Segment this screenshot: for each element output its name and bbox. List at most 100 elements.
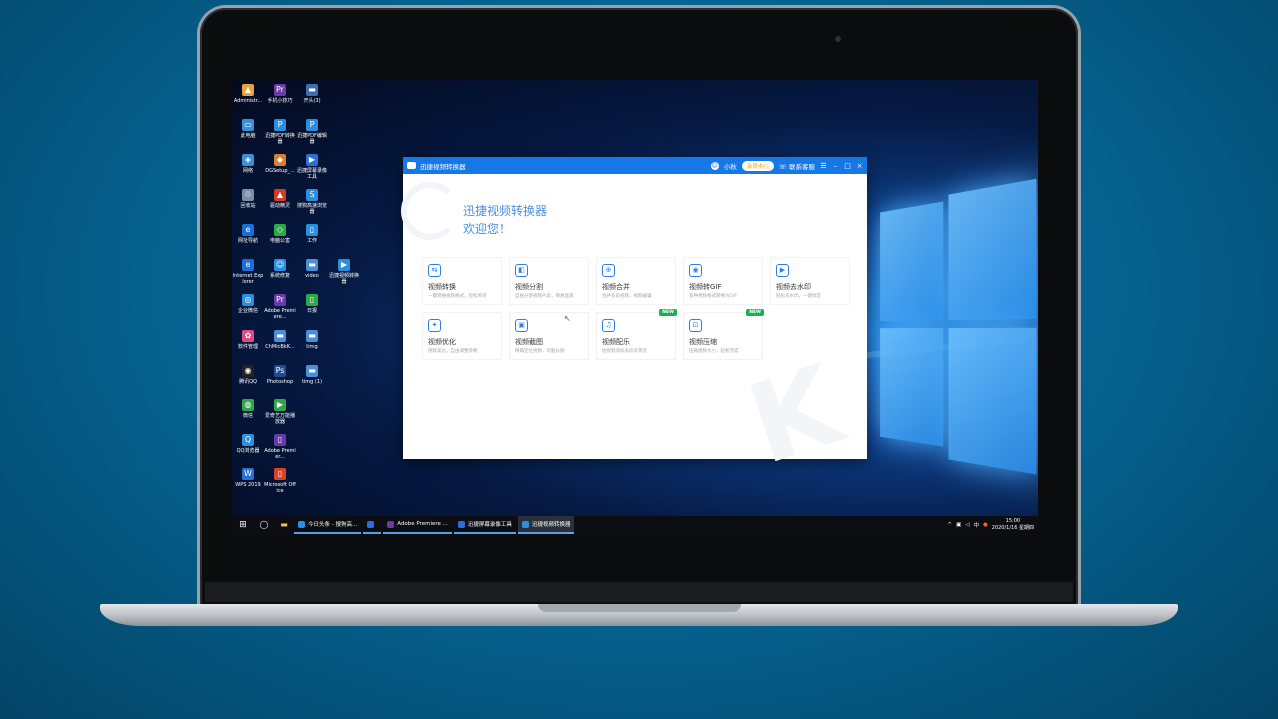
feature-tile[interactable]: ▣ 视频截图 精确定位视频，可截长图 <box>509 312 589 360</box>
desktop-icon[interactable]: P 迅捷PDF编辑器 <box>296 119 328 145</box>
desktop-icon[interactable]: ▯ Adobe Premier... <box>264 434 296 460</box>
desktop-icon[interactable]: ◆ DGSetup_... <box>264 154 296 174</box>
laptop-base-notch <box>538 604 741 612</box>
taskbar-app-label: Adobe Premiere ... <box>397 521 448 527</box>
volume-icon[interactable]: ◁ <box>965 522 969 528</box>
desktop-icon[interactable]: ▲ 驱动精灵 <box>264 189 296 209</box>
desktop-app-icon: Ps <box>274 365 286 377</box>
desktop-icon-label: 搜狗高速浏览器 <box>296 203 327 215</box>
desktop-icon[interactable]: e 网址导航 <box>232 224 264 244</box>
taskbar-app-button[interactable] <box>363 516 382 534</box>
tray-overflow-icon[interactable]: ^ <box>947 522 952 528</box>
desktop-app-icon: Pr <box>274 84 286 96</box>
desktop-icon[interactable]: Ps Photoshop <box>264 365 296 385</box>
desktop-icon[interactable]: ◇ 电脑公害 <box>264 224 296 244</box>
taskbar-apps: 今日头条 - 搜狗高... Adobe Premiere ... 迅捷屏幕录像工具 迅… <box>294 516 576 534</box>
desktop-icon[interactable]: ◉ 腾讯QQ <box>232 365 264 385</box>
desktop-icon[interactable]: ▯ Microsoft Office <box>264 468 296 494</box>
feature-tile-icon: ▣ <box>515 319 528 332</box>
desktop-app-icon: ▯ <box>274 468 286 480</box>
desktop-icon[interactable]: ▲ Administr... <box>232 84 264 104</box>
maximize-icon[interactable]: □ <box>844 162 851 170</box>
desktop-app-icon: e <box>242 224 254 236</box>
feature-tile[interactable]: ⊕ 视频合并 合并多段视频，视频编辑 <box>596 257 676 305</box>
feature-tile-name: 视频合并 <box>602 283 630 291</box>
welcome-text: 迅捷视频转换器 欢迎您！ <box>463 202 547 238</box>
feature-tile[interactable]: ⊡ 视频压缩 压缩视频大小，轻松完成 NEW <box>683 309 764 360</box>
feature-tile-icon: ♫ <box>602 319 615 332</box>
menu-icon[interactable]: ☰ <box>820 162 827 170</box>
start-button[interactable]: ⊞ <box>232 516 254 534</box>
desktop-icon[interactable]: ✿ 软件管理 <box>232 330 264 350</box>
search-icon[interactable]: ◯ <box>254 516 274 534</box>
feature-tile[interactable]: ♫ 视频配乐 给视频添加多段背景音 NEW <box>596 309 677 360</box>
desktop-icon[interactable]: W WPS 2019 <box>232 468 264 488</box>
desktop-icon[interactable]: ◈ 网络 <box>232 154 264 174</box>
desktop-icon-label: 手机小技巧 <box>267 98 293 104</box>
desktop-icon-label: 软件管理 <box>237 344 258 350</box>
contact-support-button[interactable]: ☏ 联系客服 <box>779 161 815 171</box>
desktop-app-icon: W <box>242 468 254 480</box>
desktop-app-icon: ▲ <box>274 189 286 201</box>
desktop-app-icon: ▶ <box>274 399 286 411</box>
feature-tile-icon: ⇆ <box>428 264 441 277</box>
desktop-icon-label: video <box>305 273 319 279</box>
taskbar-app-button[interactable]: 今日头条 - 搜狗高... <box>294 516 362 534</box>
user-avatar-icon[interactable]: ☺ <box>710 161 719 170</box>
desktop-icon[interactable]: ▬ timg (1) <box>296 365 328 385</box>
laptop-bezel-bottom <box>205 582 1073 602</box>
security-icon[interactable]: ● <box>983 522 988 528</box>
desktop-icon[interactable]: Pr 手机小技巧 <box>264 84 296 104</box>
taskbar: ⊞ ◯ ▬ 今日头条 - 搜狗高... Adobe Premiere ... 迅捷屏… <box>232 516 1038 534</box>
feature-tile[interactable]: ⇆ 视频转换 一键转换视频格式，轻松简单 <box>422 257 502 305</box>
feature-tile-name: 视频分割 <box>515 283 543 291</box>
desktop-icon[interactable]: ▶ 迅捷屏幕录像工具 <box>296 154 328 180</box>
desktop-icon[interactable]: ▬ ChMicBkK... <box>264 330 296 350</box>
feature-tile[interactable]: ▶ 视频去水印 轻松去水印，一键搞定 <box>770 257 850 305</box>
close-icon[interactable]: × <box>856 162 863 170</box>
desktop-icon[interactable]: P 迅捷PDF转换器 <box>264 119 296 145</box>
desktop-icon[interactable]: ▬ timg <box>296 330 328 350</box>
desktop-app-icon: P <box>306 119 318 131</box>
desktop-app-icon: ▬ <box>274 330 286 342</box>
desktop-icon[interactable]: ▯ 日报 <box>296 294 328 314</box>
feature-tile[interactable]: ◉ 视频转GIF 多种视频格式转换为GIF <box>683 257 763 305</box>
desktop-icon[interactable]: e Internet Explorer <box>232 259 264 285</box>
desktop-icon[interactable]: Q QQ浏览器 <box>232 434 264 454</box>
desktop-icon[interactable]: Pr Adobe Premiere... <box>264 294 296 320</box>
desktop-icon[interactable]: ▬ video <box>296 259 328 279</box>
desktop-icon[interactable]: S 搜狗高速浏览器 <box>296 189 328 215</box>
desktop-icon[interactable]: ◍ 微信 <box>232 399 264 419</box>
desktop-icon-label: 腾讯QQ <box>239 379 257 385</box>
desktop-icon[interactable]: ▶ 爱奇艺万能播放器 <box>264 399 296 425</box>
desktop-app-icon: ◈ <box>242 154 254 166</box>
desktop-icon-label: 网址导航 <box>237 238 258 244</box>
desktop-icon[interactable]: ◎ 企业微信 <box>232 294 264 314</box>
desktop-app-icon: Pr <box>274 294 286 306</box>
desktop-icon[interactable]: ▶ 迅捷视频转换器 <box>328 259 360 285</box>
desktop-icon[interactable]: ▯ 工作 <box>296 224 328 244</box>
network-icon[interactable]: ▣ <box>956 522 961 528</box>
taskbar-app-button[interactable]: Adobe Premiere ... <box>383 516 452 534</box>
feature-tile-name: 视频转换 <box>428 283 456 291</box>
desktop-icon[interactable]: ▬ 开头(3) <box>296 84 328 104</box>
taskbar-app-icon <box>457 520 465 528</box>
feature-tile[interactable]: ◧ 视频分割 自由分割视频片段，简易直观 <box>509 257 589 305</box>
minimize-icon[interactable]: – <box>832 162 839 170</box>
feature-tile-icon: ✦ <box>428 319 441 332</box>
clock[interactable]: 15:00 2020/1/16 星期四 <box>992 518 1034 532</box>
desktop-icon-label: 系统修复 <box>269 273 290 279</box>
desktop-app-icon: ▭ <box>242 119 254 131</box>
feature-tile[interactable]: ✦ 视频优化 视频美化，自由调整参数 <box>422 312 502 360</box>
username[interactable]: 小秋 <box>724 161 737 171</box>
taskbar-app-button[interactable]: 迅捷视频转换器 <box>517 516 575 534</box>
file-explorer-icon[interactable]: ▬ <box>274 516 294 534</box>
member-center-button[interactable]: 会员中心 <box>741 160 774 171</box>
system-tray: ^ ▣ ◁ 中 ● 15:00 2020/1/16 星期四 <box>947 518 1038 532</box>
desktop-icon[interactable]: ♲ 回收站 <box>232 189 264 209</box>
app-logo-icon <box>407 162 416 169</box>
desktop-icon[interactable]: ▭ 此电脑 <box>232 119 264 139</box>
desktop-icon[interactable]: ☺ 系统修复 <box>264 259 296 279</box>
ime-indicator[interactable]: 中 <box>973 521 979 529</box>
taskbar-app-button[interactable]: 迅捷屏幕录像工具 <box>453 516 516 534</box>
